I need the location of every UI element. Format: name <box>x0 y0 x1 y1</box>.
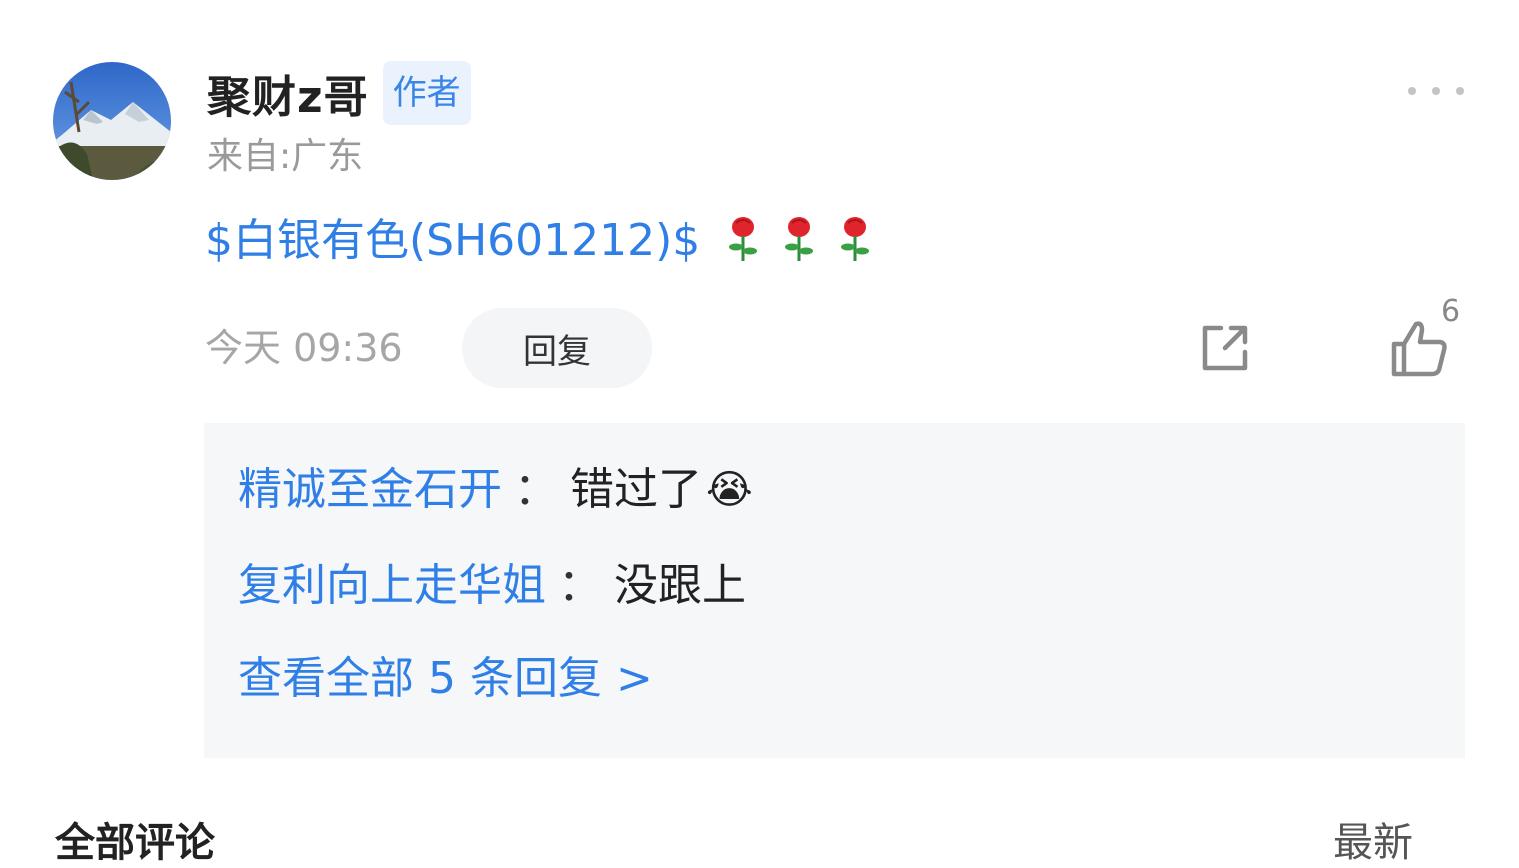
avatar[interactable] <box>53 62 171 180</box>
reply-button[interactable]: 回复 <box>462 308 652 388</box>
sort-latest-toggle[interactable]: 最新 <box>1333 818 1413 868</box>
rose-icon <box>782 215 816 267</box>
reply-username[interactable]: 精诚至金石开 <box>238 460 502 520</box>
location-label: 来自:广东 <box>207 136 364 177</box>
list-item[interactable]: 复利向上走华姐 ： 没跟上 <box>238 555 746 617</box>
view-all-replies-link[interactable]: 查看全部 5 条回复 > <box>238 649 653 709</box>
reply-text: 错过了 <box>570 464 702 515</box>
dot <box>1456 87 1464 95</box>
share-icon[interactable] <box>1195 318 1255 378</box>
list-item[interactable]: 精诚至金石开 ： 错过了 😭 <box>238 459 753 521</box>
rose-icon <box>838 215 872 267</box>
all-comments-heading: 全部评论 <box>55 820 215 866</box>
comment-content: $白银有色(SH601212)$ <box>205 210 872 272</box>
reply-username[interactable]: 复利向上走华姐 <box>238 556 546 616</box>
rose-emojis <box>726 215 872 267</box>
more-dots-icon[interactable] <box>1408 84 1464 98</box>
replies-box: 精诚至金石开 ： 错过了 😭 复利向上走华姐 ： 没跟上 查看全部 5 条回复 … <box>204 423 1465 758</box>
avatar-image <box>53 62 171 180</box>
author-badge: 作者 <box>382 61 471 125</box>
stock-link[interactable]: $白银有色(SH601212)$ <box>205 211 700 271</box>
reply-separator: ： <box>558 560 602 611</box>
username[interactable]: 聚财z哥 <box>207 61 369 125</box>
comment-actions: 今天 09:36 回复 6 <box>205 294 1465 388</box>
dot <box>1432 87 1440 95</box>
crying-emoji: 😭 <box>706 467 753 513</box>
comment-header: 聚财z哥 作者 <box>207 58 471 128</box>
dot <box>1408 87 1416 95</box>
like-count: 6 <box>1441 294 1461 329</box>
rose-icon <box>726 215 760 267</box>
reply-text: 没跟上 <box>614 560 746 611</box>
reply-separator: ： <box>514 464 558 515</box>
timestamp: 今天 09:36 <box>205 326 403 370</box>
